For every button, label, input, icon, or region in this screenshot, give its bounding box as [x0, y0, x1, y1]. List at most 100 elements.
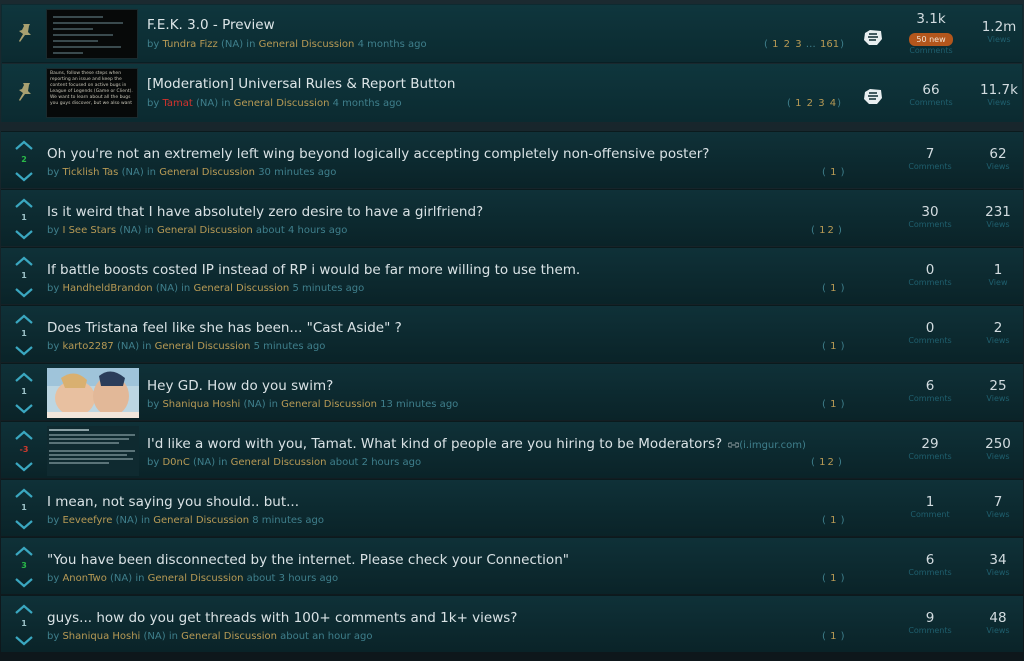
chevron-down-icon[interactable]: [14, 636, 34, 646]
thread-row[interactable]: 1 Does Tristana feel like she has been..…: [1, 305, 1023, 362]
page-link[interactable]: 2: [807, 98, 813, 109]
chevron-down-icon[interactable]: [14, 172, 34, 182]
thread-list: 2 Oh you're not an extremely left wing b…: [1, 131, 1023, 661]
thread-author[interactable]: Shaniqua Hoshi: [62, 631, 140, 642]
chevron-up-icon[interactable]: [14, 140, 34, 150]
chevron-down-icon[interactable]: [14, 520, 34, 530]
thread-author[interactable]: Tundra Fizz: [162, 39, 217, 50]
comments-label: Comments: [909, 98, 953, 107]
thread-title[interactable]: I mean, not saying you should.. but...: [47, 494, 299, 510]
thread-row[interactable]: 1 Is it weird that I have absolutely zer…: [1, 189, 1023, 246]
thread-author[interactable]: D0nC: [162, 457, 189, 468]
pinned-thread-row[interactable]: Bauns, follow these steps when reporting…: [2, 64, 1022, 122]
comments-label: Comments: [908, 626, 952, 635]
chevron-down-icon[interactable]: [14, 462, 34, 472]
page-link[interactable]: 1: [830, 573, 836, 584]
thread-category[interactable]: General Discussion: [259, 39, 355, 50]
thread-time: 4 months ago: [357, 39, 427, 50]
page-link[interactable]: 1: [772, 39, 778, 50]
thread-author[interactable]: Ticklish Tas: [62, 167, 118, 178]
views-count: 1.2m: [981, 19, 1017, 35]
thread-row[interactable]: -3 I'd like a word with you, Tamat. What…: [1, 421, 1023, 478]
chevron-up-icon[interactable]: [14, 488, 34, 498]
thread-thumbnail[interactable]: [47, 426, 139, 476]
thread-title-wrap: Is it weird that I have absolutely zero …: [47, 204, 483, 220]
page-link[interactable]: 4: [830, 98, 836, 109]
chevron-up-icon[interactable]: [14, 430, 34, 440]
page-link[interactable]: 3: [795, 39, 801, 50]
chevron-up-icon[interactable]: [14, 198, 34, 208]
thread-category[interactable]: General Discussion: [193, 283, 289, 294]
thread-category[interactable]: General Discussion: [153, 515, 249, 526]
thread-title[interactable]: Does Tristana feel like she has been... …: [47, 320, 402, 336]
views-stat: 48 Views: [963, 610, 1024, 636]
thread-author[interactable]: Tamat: [162, 98, 192, 109]
thread-title[interactable]: "You have been disconnected by the inter…: [47, 552, 569, 568]
chevron-down-icon[interactable]: [14, 288, 34, 298]
page-link[interactable]: 2: [784, 39, 790, 50]
thread-category[interactable]: General Discussion: [155, 341, 251, 352]
thread-author[interactable]: karto2287: [62, 341, 113, 352]
page-link[interactable]: 2: [827, 225, 833, 236]
views-count: 34: [989, 552, 1007, 568]
thread-title[interactable]: Is it weird that I have absolutely zero …: [47, 204, 483, 220]
page-link[interactable]: 1: [830, 167, 836, 178]
thread-author[interactable]: I See Stars: [62, 225, 116, 236]
external-link[interactable]: (i.imgur.com): [728, 440, 806, 451]
page-link[interactable]: 3: [818, 98, 824, 109]
thread-author[interactable]: AnonTwo: [62, 573, 106, 584]
thread-title[interactable]: [Moderation] Universal Rules & Report Bu…: [147, 76, 455, 92]
chevron-up-icon[interactable]: [14, 314, 34, 324]
thread-row[interactable]: 1 Hey GD. How do you swim? by Shaniqua H…: [1, 363, 1023, 420]
thread-category[interactable]: General Discussion: [234, 98, 330, 109]
page-link[interactable]: 1: [830, 341, 836, 352]
thread-row[interactable]: 1 guys... how do you get threads with 10…: [1, 595, 1023, 652]
thread-category[interactable]: General Discussion: [281, 399, 377, 410]
comments-count: 29: [921, 436, 939, 452]
thread-thumbnail[interactable]: Bauns, follow these steps when reporting…: [46, 68, 138, 118]
page-link[interactable]: 1: [830, 283, 836, 294]
chevron-up-icon[interactable]: [14, 372, 34, 382]
page-link[interactable]: 1: [830, 515, 836, 526]
page-link[interactable]: 1: [795, 98, 801, 109]
thread-category[interactable]: General Discussion: [181, 631, 277, 642]
chevron-up-icon[interactable]: [14, 256, 34, 266]
thread-category[interactable]: General Discussion: [157, 225, 253, 236]
thread-author[interactable]: Eeveefyre: [62, 515, 112, 526]
thread-author[interactable]: HandheldBrandon: [62, 283, 152, 294]
views-count: 48: [989, 610, 1007, 626]
thread-row[interactable]: 1 I mean, not saying you should.. but...…: [1, 479, 1023, 536]
thread-title[interactable]: Oh you're not an extremely left wing bey…: [47, 146, 709, 162]
views-count: 231: [985, 204, 1011, 220]
thread-thumbnail[interactable]: [47, 368, 139, 418]
page-link[interactable]: 1: [819, 457, 825, 468]
new-comments-badge[interactable]: 50 new: [909, 33, 953, 46]
thread-row[interactable]: 2 Oh you're not an extremely left wing b…: [1, 131, 1023, 188]
chevron-up-icon[interactable]: [14, 546, 34, 556]
page-link[interactable]: 2: [827, 457, 833, 468]
thread-author[interactable]: Shaniqua Hoshi: [162, 399, 240, 410]
chevron-up-icon[interactable]: [14, 604, 34, 614]
chevron-down-icon[interactable]: [14, 230, 34, 240]
thread-row[interactable]: 3 "You have been disconnected by the int…: [1, 537, 1023, 594]
chevron-down-icon[interactable]: [14, 404, 34, 414]
page-link[interactable]: 1: [830, 631, 836, 642]
thread-category[interactable]: General Discussion: [159, 167, 255, 178]
thread-title[interactable]: If battle boosts costed IP instead of RP…: [47, 262, 580, 278]
thread-category[interactable]: General Discussion: [148, 573, 244, 584]
chevron-down-icon[interactable]: [14, 346, 34, 356]
pinned-thread-row[interactable]: F.E.K. 3.0 - Preview by Tundra Fizz (NA)…: [2, 5, 1022, 63]
page-link[interactable]: 161: [820, 39, 839, 50]
thread-thumbnail[interactable]: [46, 9, 138, 59]
thread-title[interactable]: I'd like a word with you, Tamat. What ki…: [147, 436, 722, 452]
thread-category[interactable]: General Discussion: [231, 457, 327, 468]
thread-title[interactable]: F.E.K. 3.0 - Preview: [147, 17, 275, 33]
page-link[interactable]: 1: [819, 225, 825, 236]
thread-row[interactable]: 1 If battle boosts costed IP instead of …: [1, 247, 1023, 304]
vote-score: 1: [21, 213, 27, 222]
thread-title[interactable]: Hey GD. How do you swim?: [147, 378, 333, 394]
thread-title[interactable]: guys... how do you get threads with 100+…: [47, 610, 517, 626]
views-label: Views: [987, 98, 1011, 107]
chevron-down-icon[interactable]: [14, 578, 34, 588]
page-link[interactable]: 1: [830, 399, 836, 410]
